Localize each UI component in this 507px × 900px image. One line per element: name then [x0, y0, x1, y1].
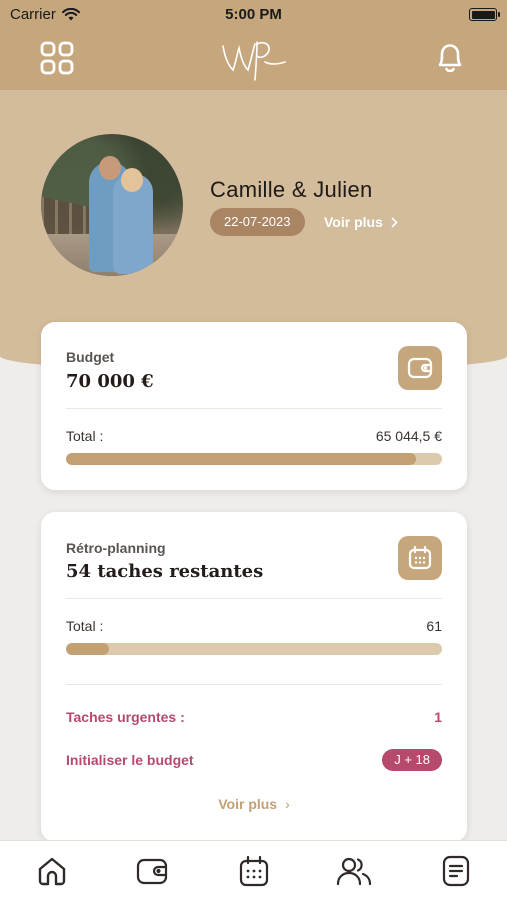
- tab-notes[interactable]: [438, 853, 474, 889]
- tab-guests[interactable]: [336, 853, 372, 889]
- deadline-badge: J + 18: [382, 749, 442, 771]
- planning-label: Rétro-planning: [66, 540, 166, 556]
- planning-see-more-link[interactable]: Voir plus ›: [41, 796, 467, 812]
- calendar-icon: [398, 536, 442, 580]
- planning-total-label: Total :: [66, 618, 104, 634]
- couple-name: Camille & Julien: [210, 177, 373, 202]
- divider: [66, 684, 442, 685]
- wedding-date-badge: 22-07-2023: [210, 208, 305, 236]
- profile-see-more-link[interactable]: Voir plus: [324, 214, 398, 230]
- planning-progress-bar: [66, 643, 442, 655]
- urgent-tasks-label[interactable]: Taches urgentes :: [66, 709, 185, 725]
- retro-planning-card[interactable]: Rétro-planning 54 taches restantes Total…: [41, 512, 467, 842]
- tab-budget[interactable]: [134, 853, 170, 889]
- status-bar: Carrier 5:00 PM: [0, 0, 507, 30]
- tab-planning[interactable]: [236, 853, 272, 889]
- couple-profile: Camille & Julien 22-07-2023 Voir plus: [0, 90, 507, 290]
- battery-icon: [469, 8, 500, 21]
- divider: [66, 408, 442, 409]
- planning-remaining: 54 taches restantes: [66, 561, 264, 582]
- chevron-right-icon: ›: [285, 796, 290, 812]
- wallet-icon: [136, 858, 168, 885]
- planning-progress-fill: [66, 643, 110, 655]
- init-budget-label[interactable]: Initialiser le budget: [66, 752, 194, 768]
- grid-menu-icon[interactable]: [38, 39, 76, 77]
- profile-see-more-label: Voir plus: [324, 214, 383, 230]
- budget-amount: 70 000 €: [66, 371, 154, 392]
- tab-bar: [0, 840, 507, 900]
- planning-total-value: 61: [426, 618, 442, 634]
- home-icon: [38, 857, 66, 886]
- couple-avatar[interactable]: [41, 134, 183, 276]
- calendar-icon: [239, 855, 269, 887]
- budget-card[interactable]: Budget 70 000 € Total : 65 044,5 €: [41, 322, 467, 490]
- users-icon: [336, 857, 372, 886]
- chevron-right-icon: [391, 216, 398, 228]
- budget-total-value: 65 044,5 €: [375, 428, 442, 444]
- budget-progress-bar: [66, 453, 442, 465]
- bell-icon[interactable]: [434, 41, 466, 75]
- urgent-tasks-count: 1: [434, 709, 442, 725]
- wp-logo: [215, 32, 291, 84]
- clock: 5:00 PM: [225, 6, 282, 23]
- budget-progress-fill: [66, 453, 416, 465]
- tab-home[interactable]: [34, 853, 70, 889]
- list-icon: [442, 855, 470, 887]
- budget-total-label: Total :: [66, 428, 104, 444]
- app-header: [0, 30, 507, 90]
- budget-label: Budget: [66, 349, 115, 365]
- planning-see-more-label: Voir plus: [218, 796, 278, 812]
- wallet-icon: [398, 346, 442, 390]
- divider: [66, 598, 442, 599]
